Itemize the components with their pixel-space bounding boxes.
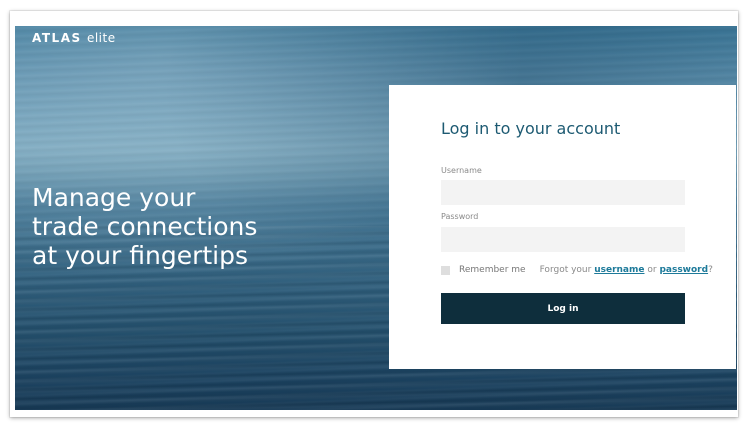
- username-label: Username: [441, 166, 482, 175]
- brand-logo: ATLAS elite: [32, 31, 116, 45]
- forgot-password-link[interactable]: password: [659, 265, 708, 275]
- login-title: Log in to your account: [441, 119, 621, 138]
- password-label: Password: [441, 212, 479, 221]
- login-button[interactable]: Log in: [441, 293, 685, 324]
- forgot-suffix: ?: [708, 265, 713, 275]
- tagline-line: Manage your: [32, 183, 196, 212]
- brand-name: ATLAS: [32, 31, 82, 45]
- forgot-username-link[interactable]: username: [594, 265, 644, 275]
- remember-checkbox[interactable]: [441, 265, 450, 275]
- brand-tier: elite: [86, 31, 116, 45]
- forgot-or: or: [647, 265, 657, 275]
- login-card: Log in to your account Username Password…: [389, 85, 736, 369]
- remember-row: Remember me Forgot your username or pass…: [441, 263, 713, 277]
- tagline-line: trade connections: [32, 212, 258, 241]
- remember-label[interactable]: Remember me: [459, 265, 526, 275]
- username-input[interactable]: [441, 180, 685, 205]
- forgot-prefix: Forgot your: [539, 265, 592, 275]
- password-input[interactable]: [441, 227, 685, 252]
- hero-tagline: Manage your trade connections at your fi…: [32, 183, 352, 270]
- tagline-line: at your fingertips: [32, 241, 248, 270]
